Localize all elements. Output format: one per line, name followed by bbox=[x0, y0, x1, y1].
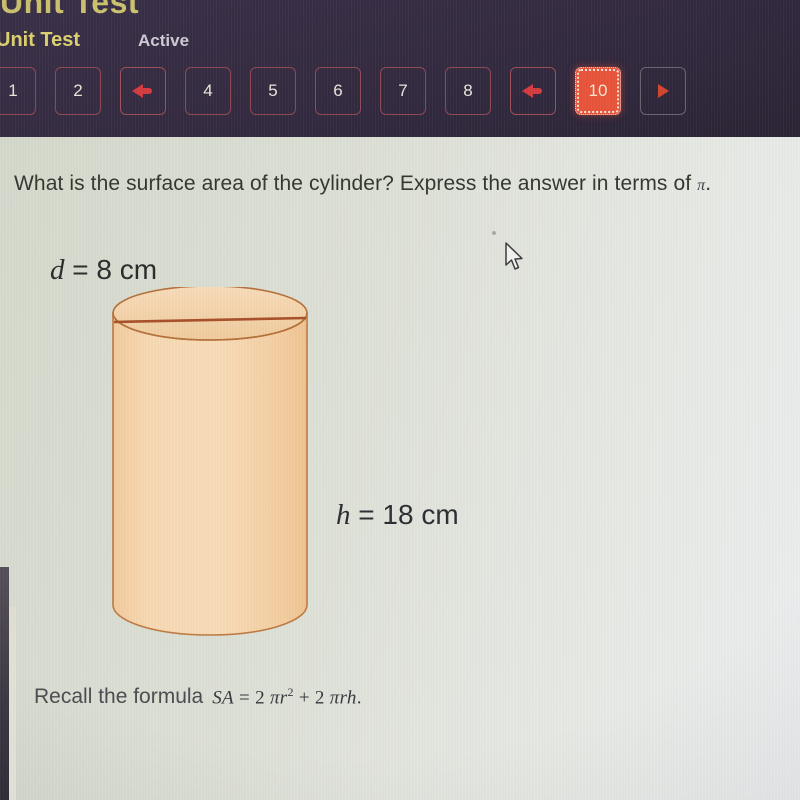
formula-pi-2: π bbox=[329, 687, 340, 709]
formula-rh: rh bbox=[339, 687, 357, 709]
question-text-end: . bbox=[705, 172, 712, 195]
formula-pi-1: π bbox=[269, 687, 280, 709]
nav-item-1[interactable]: 1 bbox=[0, 67, 36, 115]
status-badge: Active bbox=[138, 31, 190, 50]
recall-formula-row: Recall the formula SA = 2 πr2 + 2 πrh. bbox=[34, 685, 362, 709]
left-edge-shadow bbox=[0, 567, 9, 800]
nav-item-back-3[interactable] bbox=[120, 67, 166, 115]
nav-next-button[interactable] bbox=[640, 67, 686, 115]
question-text-main: What is the surface area of the cylinder… bbox=[14, 172, 698, 195]
page-title-clipped: Unit Test bbox=[0, 0, 140, 20]
question-prompt: What is the surface area of the cylinder… bbox=[14, 172, 711, 196]
app-header: Unit Test Unit Test Active 1 2 4 5 6 7 8… bbox=[0, 0, 800, 137]
recall-formula-text: Recall the formula bbox=[34, 685, 204, 709]
nav-item-back-9[interactable] bbox=[510, 67, 556, 115]
next-arrow-icon bbox=[657, 84, 669, 98]
height-label: h = 18 cm bbox=[336, 499, 459, 532]
nav-item-10-current[interactable]: 10 bbox=[575, 67, 621, 115]
formula-period: . bbox=[356, 687, 362, 709]
formula-plus: + 2 bbox=[293, 687, 330, 709]
nav-item-8[interactable]: 8 bbox=[445, 67, 491, 115]
left-edge-highlight bbox=[9, 607, 16, 800]
nav-item-2[interactable]: 2 bbox=[55, 67, 101, 115]
diameter-variable: d bbox=[50, 254, 65, 286]
cylinder-diagram bbox=[112, 287, 308, 636]
mouse-cursor bbox=[505, 242, 523, 270]
height-value: = 18 cm bbox=[350, 499, 459, 530]
diameter-label: d = 8 cm bbox=[50, 254, 157, 287]
question-content-area: What is the surface area of the cylinder… bbox=[0, 137, 800, 800]
surface-area-formula: SA = 2 πr2 + 2 πrh. bbox=[212, 685, 362, 709]
unit-test-label: Unit Test bbox=[0, 29, 81, 51]
screen-dust-speck bbox=[492, 231, 496, 235]
diameter-value: = 8 cm bbox=[64, 254, 158, 285]
question-nav-strip: 1 2 4 5 6 7 8 10 bbox=[0, 67, 705, 115]
nav-item-5[interactable]: 5 bbox=[250, 67, 296, 115]
nav-item-7[interactable]: 7 bbox=[380, 67, 426, 115]
formula-equals: = 2 bbox=[233, 687, 270, 709]
height-variable: h bbox=[336, 499, 351, 531]
formula-sa: SA bbox=[212, 687, 234, 709]
nav-item-4[interactable]: 4 bbox=[185, 67, 231, 115]
screen-photo: Unit Test Unit Test Active 1 2 4 5 6 7 8… bbox=[0, 0, 800, 800]
nav-item-6[interactable]: 6 bbox=[315, 67, 361, 115]
